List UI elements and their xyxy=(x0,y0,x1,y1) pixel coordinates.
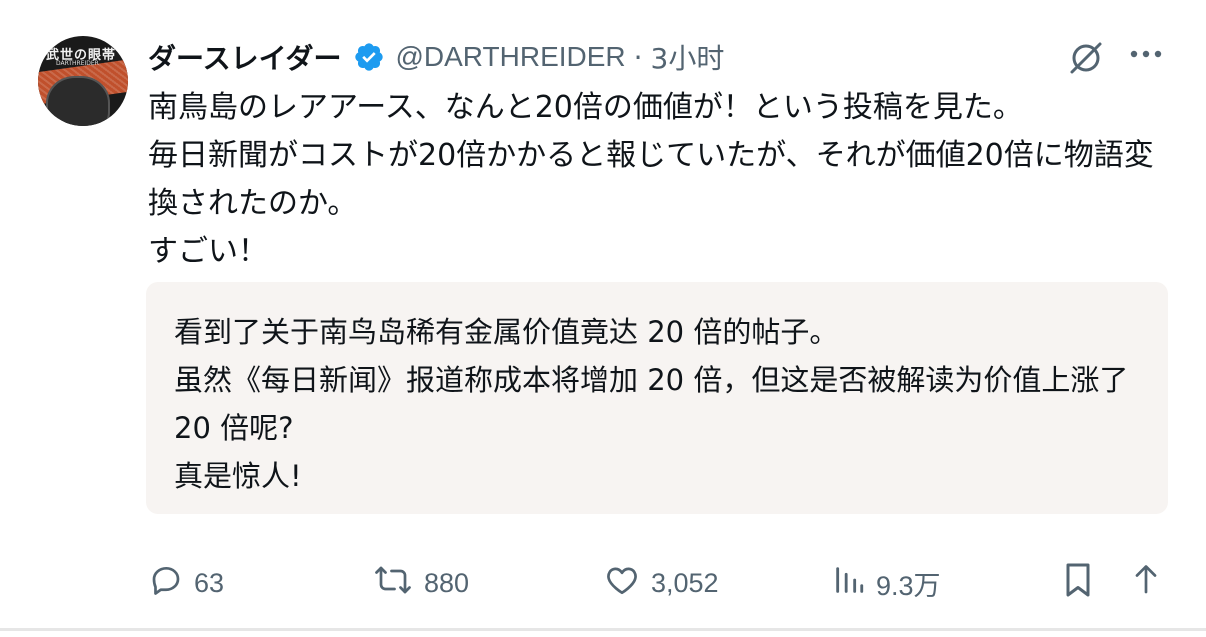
like-button[interactable]: 3,052 xyxy=(603,560,719,606)
bookmark-button[interactable] xyxy=(1058,560,1108,606)
avatar-logo-subtext: DARTHREIDER xyxy=(56,60,99,67)
author-display-name[interactable]: ダースレイダー xyxy=(148,37,341,77)
post-line: 南鳥島のレアアース、なんと20倍の価値が！という投稿を見た。 xyxy=(148,90,1023,125)
views-icon xyxy=(832,562,876,605)
avatar[interactable]: 武世の眼帯 DARTHREIDER xyxy=(38,36,128,126)
divider xyxy=(0,628,1206,631)
translation-line: 看到了关于南鸟岛稀有金属价值竟达 20 倍的帖子。 xyxy=(174,315,839,349)
views-button[interactable]: 9.3万 xyxy=(832,560,941,606)
views-count: 9.3万 xyxy=(876,570,941,601)
post-text: 南鳥島のレアアース、なんと20倍の価値が！という投稿を見た。 毎日新聞がコストが… xyxy=(148,84,1168,276)
reply-button[interactable]: 63 xyxy=(148,560,224,606)
like-icon xyxy=(603,562,651,605)
more-options-icon[interactable] xyxy=(1128,44,1164,65)
translation-text: 看到了关于南鸟岛稀有金属价值竟达 20 倍的帖子。 虽然《每日新闻》报道称成本将… xyxy=(174,308,1144,500)
grok-icon[interactable] xyxy=(1066,38,1106,82)
share-icon xyxy=(1128,560,1174,607)
share-button[interactable] xyxy=(1128,560,1174,606)
translation-line: 虽然《每日新闻》报道称成本将增加 20 倍，但这是否被解读为价值上涨了 20 倍… xyxy=(174,363,1129,445)
reply-icon xyxy=(148,562,194,605)
post-header: ダースレイダー @DARTHREIDER · 3小时 xyxy=(148,38,724,76)
post-timestamp[interactable]: 3小时 xyxy=(651,37,725,77)
post-line: すごい！ xyxy=(148,234,268,269)
bookmark-icon xyxy=(1058,560,1108,607)
header-separator: · xyxy=(633,40,643,74)
post-line: 毎日新聞がコストが20倍かかると報じていたが、それが価値20倍に物語変換されたの… xyxy=(148,138,1154,221)
translation-box: 看到了关于南鸟岛稀有金属价值竟达 20 倍的帖子。 虽然《每日新闻》报道称成本将… xyxy=(146,282,1168,514)
repost-count: 880 xyxy=(424,567,470,598)
avatar-face xyxy=(46,76,110,126)
repost-icon xyxy=(372,562,424,605)
verified-badge-icon[interactable] xyxy=(353,41,385,73)
action-bar: 63 880 3,052 9.3万 xyxy=(0,560,1206,608)
author-handle[interactable]: @DARTHREIDER xyxy=(395,41,625,73)
repost-button[interactable]: 880 xyxy=(372,560,469,606)
like-count: 3,052 xyxy=(651,567,719,598)
translation-line: 真是惊人! xyxy=(174,459,302,493)
reply-count: 63 xyxy=(194,567,225,598)
